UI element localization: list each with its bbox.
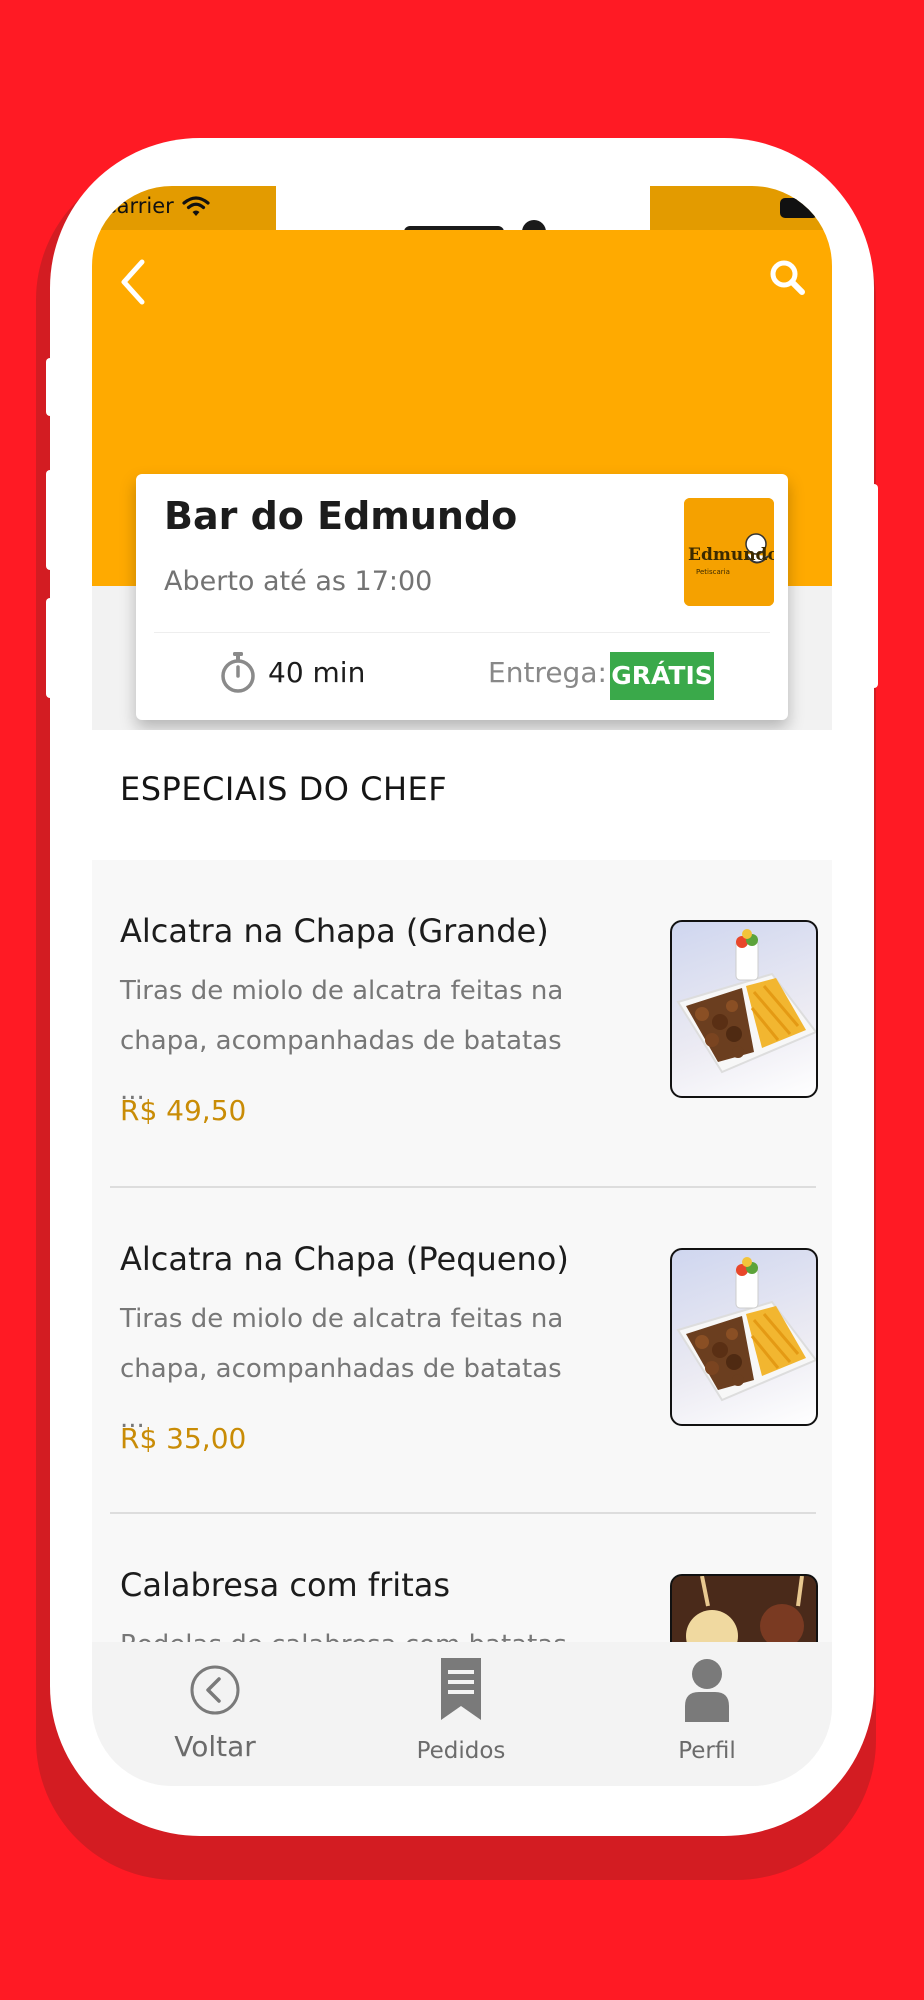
item-description-line: Tiras de miolo de alcatra feitas na — [120, 1304, 564, 1334]
search-icon — [770, 260, 805, 295]
item-name: Alcatra na Chapa (Grande) — [120, 912, 549, 950]
person-icon — [685, 1659, 729, 1722]
restaurant-card: Bar do Edmundo Aberto até as 17:00 Edmun… — [136, 474, 788, 720]
item-description-line: Tiras de miolo de alcatra feitas na — [120, 976, 564, 1006]
menu-item[interactable]: Alcatra na Chapa (Grande) Tiras de miolo… — [92, 860, 832, 1186]
logo-subtext: Petiscaria — [696, 568, 730, 576]
app-screen: Carrier Bar do Edmundo Aberto até as 17:… — [92, 186, 832, 1786]
back-button[interactable] — [112, 252, 156, 312]
item-price: R$ 49,50 — [120, 1094, 247, 1127]
logo-art: Edmundo Petiscaria — [684, 498, 774, 606]
bottom-tab-bar: Voltar Pedidos Perfil — [92, 1642, 832, 1786]
wifi-icon — [182, 196, 210, 216]
carrier-label: Carrier — [102, 194, 174, 218]
chevron-left-icon — [121, 259, 145, 305]
section-header: ESPECIAIS DO CHEF — [92, 730, 832, 860]
menu-item[interactable]: Alcatra na Chapa (Pequeno) Tiras de miol… — [92, 1188, 832, 1514]
food-photo-art — [676, 1257, 816, 1402]
delivery-fee-badge: GRÁTIS — [610, 652, 714, 700]
restaurant-name: Bar do Edmundo — [164, 494, 518, 538]
back-circle-icon — [190, 1665, 240, 1715]
restaurant-hours: Aberto até as 17:00 — [164, 566, 433, 597]
battery-icon — [780, 198, 818, 218]
tab-perfil[interactable]: Perfil — [584, 1642, 830, 1786]
item-photo — [670, 1248, 818, 1426]
item-price: R$ 35,00 — [120, 1422, 247, 1455]
food-photo-art — [676, 929, 816, 1074]
tab-label: Pedidos — [416, 1738, 506, 1764]
item-photo — [670, 920, 818, 1098]
delivery-label: Entrega: — [488, 656, 607, 689]
section-title: ESPECIAIS DO CHEF — [120, 770, 448, 808]
restaurant-logo: Edmundo Petiscaria — [684, 498, 774, 606]
card-divider — [154, 632, 770, 633]
stopwatch-icon — [221, 652, 255, 693]
tab-voltar[interactable]: Voltar — [92, 1642, 338, 1786]
search-button[interactable] — [764, 252, 812, 304]
delivery-time: 40 min — [268, 656, 366, 689]
item-name: Calabresa com fritas — [120, 1566, 451, 1604]
tab-label: Voltar — [174, 1730, 256, 1763]
item-name: Alcatra na Chapa (Pequeno) — [120, 1240, 569, 1278]
logo-wordmark: Edmundo — [688, 545, 774, 565]
tab-label: Perfil — [678, 1738, 736, 1764]
phone-frame: Carrier Bar do Edmundo Aberto até as 17:… — [50, 138, 874, 1836]
tab-pedidos[interactable]: Pedidos — [338, 1642, 584, 1786]
receipt-icon — [441, 1658, 481, 1720]
